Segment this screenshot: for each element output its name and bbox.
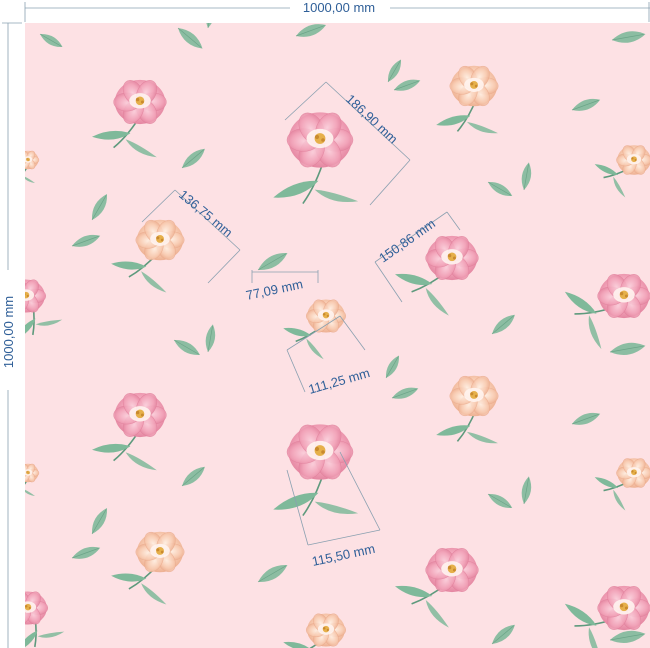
height-dimension-label: 1000,00 mm xyxy=(1,296,16,368)
fabric-pattern-preview: 1000,00 mm 1000,00 mm 186,90 mm 136,75 m… xyxy=(1,0,650,648)
width-dimension-label: 1000,00 mm xyxy=(303,0,375,15)
